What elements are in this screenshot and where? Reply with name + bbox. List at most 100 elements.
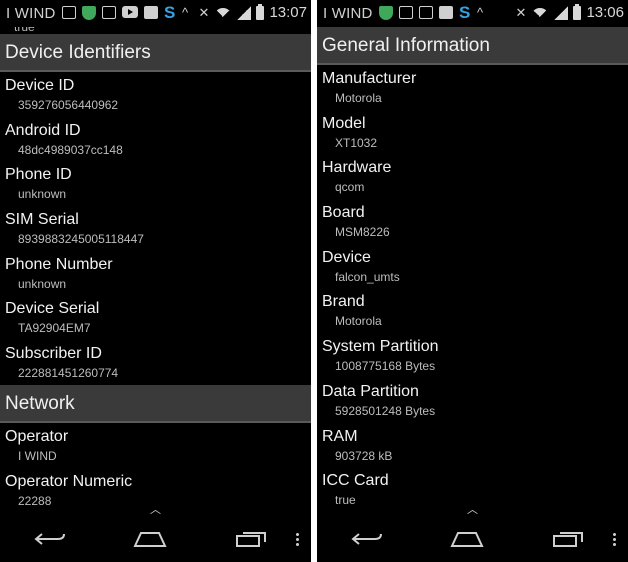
- status-bar: I WIND S ^ ✕ 13:07: [0, 0, 311, 27]
- item-value: TA92904EM7: [18, 321, 91, 336]
- back-icon: [351, 533, 383, 545]
- back-icon: [34, 533, 66, 545]
- carrier-name: I WIND: [323, 5, 373, 22]
- carrier-name: I WIND: [6, 5, 56, 22]
- recents-icon: [552, 532, 583, 547]
- home-icon: [133, 532, 168, 547]
- item-label: Model: [322, 114, 366, 132]
- section-header-general-information: General Information: [317, 27, 628, 65]
- chevron-up-icon: ^: [182, 5, 189, 20]
- item-value: Motorola: [335, 91, 382, 105]
- info-list[interactable]: General Information Manufacturer Motorol…: [317, 27, 628, 516]
- notification-icons: S ^: [62, 3, 189, 22]
- recents-button[interactable]: [231, 524, 271, 554]
- list-item: Phone ID unknown: [0, 161, 311, 206]
- clock: 13:07: [269, 4, 307, 21]
- youtube-icon: [122, 6, 138, 18]
- list-item: Hardware qcom: [317, 154, 628, 199]
- navigation-bar: [0, 516, 311, 562]
- item-value: 1008775168 Bytes: [335, 359, 436, 374]
- mute-icon: ✕: [198, 4, 210, 20]
- item-label: Android ID: [5, 121, 81, 139]
- chevron-up-icon: ^: [477, 5, 484, 20]
- list-item: System Partition 1008775168 Bytes: [317, 333, 628, 378]
- clock: 13:06: [586, 4, 624, 21]
- battery-icon: [256, 3, 265, 20]
- item-label: Device: [322, 248, 371, 266]
- back-button[interactable]: [30, 524, 70, 554]
- scrolled-value: true: [14, 27, 35, 34]
- list-item: Android ID 48dc4989037cc148: [0, 117, 311, 162]
- list-item: Model XT1032: [317, 110, 628, 155]
- list-item: Device ID 359276056440962: [0, 72, 311, 117]
- list-item: Data Partition 5928501248 Bytes: [317, 378, 628, 423]
- item-label: Phone Number: [5, 255, 113, 273]
- list-item: Phone Number unknown: [0, 251, 311, 296]
- navigation-bar: [317, 516, 628, 562]
- item-value: unknown: [18, 276, 67, 291]
- right-phone-screen: I WIND S ^ ✕ 13:06 General Information M…: [317, 0, 628, 562]
- left-phone-screen: I WIND S ^ ✕ 13:07 true Device Identifie…: [0, 0, 311, 562]
- battery-icon: [573, 3, 582, 20]
- notification-icons: S ^: [379, 3, 484, 22]
- item-value: qcom: [335, 180, 365, 195]
- scroll-up-chevron-icon[interactable]: ︿: [317, 505, 628, 516]
- recents-button[interactable]: [548, 524, 588, 554]
- shield-icon: [82, 6, 96, 20]
- home-button[interactable]: [130, 524, 170, 554]
- menu-dots-icon[interactable]: [613, 531, 617, 548]
- list-item: Subscriber ID 222881451260774: [0, 340, 311, 385]
- grid-icon: [419, 6, 433, 19]
- back-button[interactable]: [347, 524, 387, 554]
- item-value: XT1032: [335, 135, 378, 150]
- section-header-network: Network: [0, 384, 311, 423]
- item-label: Hardware: [322, 159, 392, 177]
- list-item: Manufacturer Motorola: [317, 65, 628, 110]
- item-label: Data Partition: [322, 382, 419, 400]
- item-value: 222881451260774: [18, 366, 119, 381]
- outlook-icon: [439, 6, 453, 19]
- s-app-icon: S: [164, 3, 176, 22]
- item-label: Board: [322, 204, 365, 222]
- item-label: Operator Numeric: [5, 472, 133, 490]
- status-bar: I WIND S ^ ✕ 13:06: [317, 0, 628, 27]
- list-item: SIM Serial 8939883245005118447: [0, 206, 311, 251]
- item-value: 8939883245005118447: [18, 232, 144, 247]
- item-label: Brand: [322, 293, 365, 311]
- item-label: Device ID: [5, 77, 75, 94]
- home-icon: [450, 532, 485, 547]
- home-button[interactable]: [447, 524, 487, 554]
- item-value: 903728 kB: [335, 448, 393, 463]
- item-label: Operator: [5, 427, 69, 445]
- wifi-icon: [214, 6, 233, 20]
- item-label: Phone ID: [5, 166, 72, 184]
- item-label: ICC Card: [322, 472, 389, 490]
- image-icon: [399, 6, 413, 19]
- signal-icon: [237, 5, 252, 20]
- item-value: Motorola: [335, 314, 382, 329]
- list-item: Brand Motorola: [317, 288, 628, 333]
- item-label: RAM: [322, 427, 358, 445]
- menu-dots-icon[interactable]: [296, 531, 300, 548]
- list-item: Operator I WIND: [0, 423, 311, 468]
- item-value: falcon_umts: [335, 269, 400, 284]
- list-item: Device Serial TA92904EM7: [0, 295, 311, 340]
- item-value: I WIND: [18, 448, 57, 463]
- signal-icon: [554, 5, 569, 20]
- item-label: Manufacturer: [322, 70, 417, 87]
- mute-icon: ✕: [515, 4, 527, 20]
- section-header-device-identifiers: Device Identifiers: [0, 34, 311, 72]
- scroll-up-chevron-icon[interactable]: ︿: [0, 505, 311, 516]
- info-list[interactable]: true Device Identifiers Device ID 359276…: [0, 27, 311, 516]
- s-app-icon: S: [459, 3, 471, 22]
- item-label: Device Serial: [5, 300, 100, 318]
- item-value: 48dc4989037cc148: [18, 142, 123, 157]
- image-icon: [62, 6, 76, 19]
- item-value: 359276056440962: [18, 98, 119, 112]
- item-value: unknown: [18, 187, 67, 202]
- item-value: 5928501248 Bytes: [335, 403, 436, 418]
- shield-icon: [379, 6, 393, 20]
- list-item: Board MSM8226: [317, 199, 628, 244]
- item-value: MSM8226: [335, 225, 390, 240]
- list-item: RAM 903728 kB: [317, 423, 628, 468]
